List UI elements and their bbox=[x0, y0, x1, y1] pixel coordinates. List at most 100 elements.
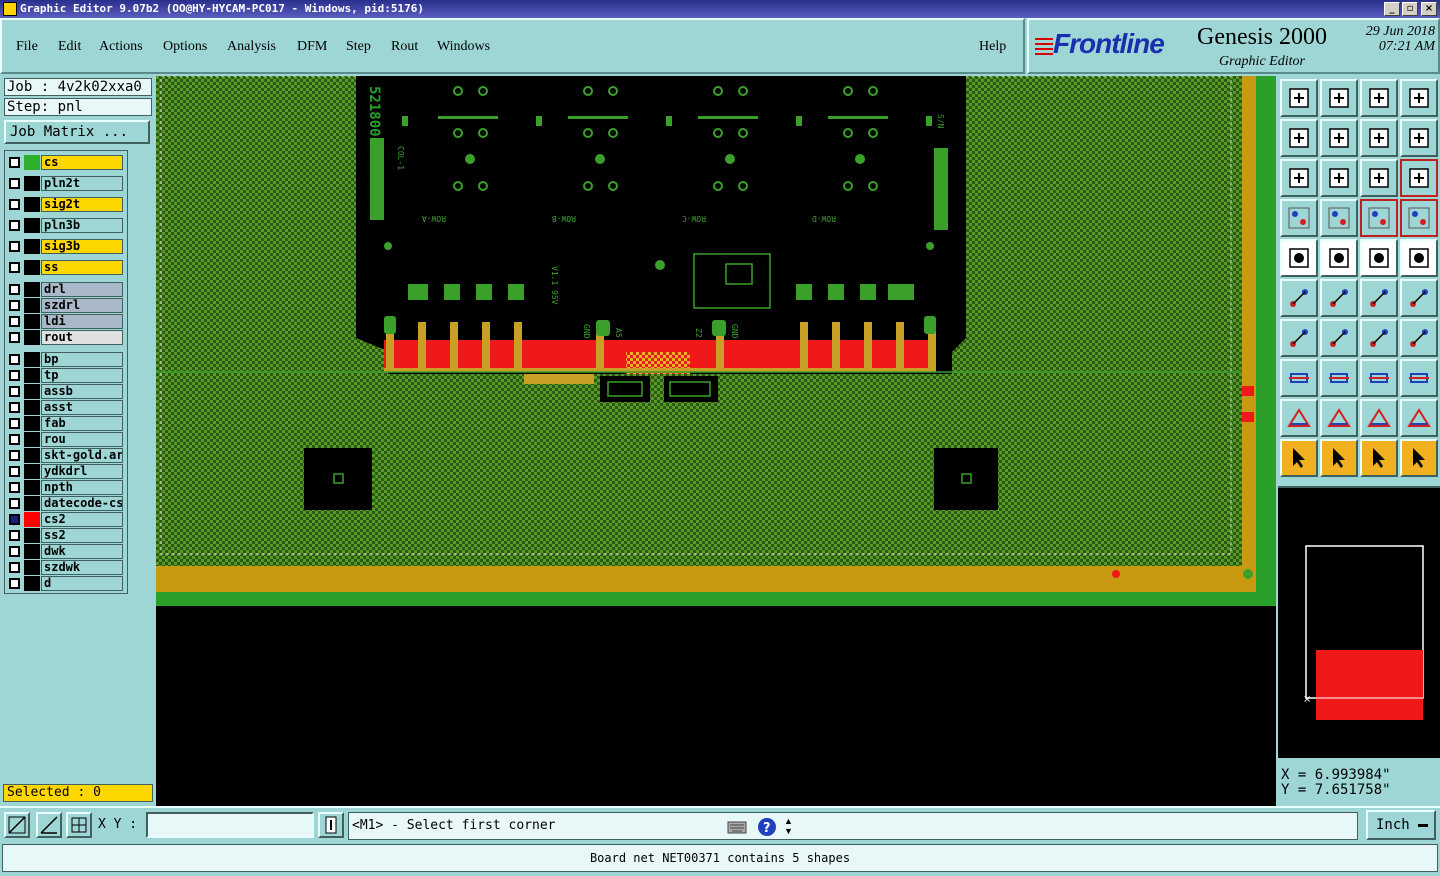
pan-right-button[interactable] bbox=[1320, 119, 1358, 157]
minimize-button[interactable]: _ bbox=[1384, 2, 1400, 16]
layer-row[interactable]: skt-gold.art bbox=[7, 448, 125, 463]
layer-color-swatch[interactable] bbox=[24, 384, 40, 399]
arrow-select2-button[interactable] bbox=[1320, 439, 1358, 477]
layer-color-swatch[interactable] bbox=[24, 448, 40, 463]
layer-color-swatch[interactable] bbox=[24, 432, 40, 447]
zoom-page-button[interactable] bbox=[1320, 79, 1358, 117]
minus-button[interactable] bbox=[1320, 359, 1358, 397]
layer-name[interactable]: drl bbox=[41, 282, 123, 297]
layer-color-swatch[interactable] bbox=[24, 352, 40, 367]
scale-1-2-button[interactable] bbox=[1360, 159, 1398, 197]
layer-name[interactable]: d bbox=[41, 576, 123, 591]
layer-visibility-checkbox[interactable] bbox=[9, 434, 20, 445]
menu-analysis[interactable]: Analysis bbox=[227, 39, 276, 55]
layer-visibility-checkbox[interactable] bbox=[9, 530, 20, 541]
layer-visibility-checkbox[interactable] bbox=[9, 316, 20, 327]
layer-row[interactable]: ydkdrl bbox=[7, 464, 125, 479]
cross-button[interactable] bbox=[1320, 279, 1358, 317]
xy-input[interactable] bbox=[146, 812, 314, 838]
layer-row[interactable]: tp bbox=[7, 368, 125, 383]
triangle3-button[interactable] bbox=[1360, 399, 1398, 437]
close-button[interactable]: × bbox=[1421, 2, 1437, 16]
layer-visibility-checkbox[interactable] bbox=[9, 402, 20, 413]
menu-step[interactable]: Step bbox=[346, 39, 371, 55]
layer-row[interactable]: ss bbox=[7, 260, 125, 275]
zoom-home-button[interactable] bbox=[1280, 79, 1318, 117]
layer-name[interactable]: cs2 bbox=[41, 512, 123, 527]
restore-button[interactable]: ▫ bbox=[1402, 2, 1418, 16]
layer-visibility-checkbox[interactable] bbox=[9, 300, 20, 311]
layer-visibility-checkbox[interactable] bbox=[9, 157, 20, 168]
layer-row[interactable]: szdwk bbox=[7, 560, 125, 575]
layer-row[interactable]: rou bbox=[7, 432, 125, 447]
menu-file[interactable]: File bbox=[16, 39, 38, 55]
pad-button[interactable] bbox=[1400, 239, 1438, 277]
layer-row[interactable]: szdrl bbox=[7, 298, 125, 313]
unit-selector[interactable]: Inch bbox=[1366, 810, 1436, 840]
layer-name[interactable]: ss2 bbox=[41, 528, 123, 543]
layer-row[interactable]: d bbox=[7, 576, 125, 591]
info-icon[interactable] bbox=[318, 812, 344, 838]
menu-dfm[interactable]: DFM bbox=[297, 39, 327, 55]
layer-color-swatch[interactable] bbox=[24, 314, 40, 329]
mirror-button[interactable] bbox=[1400, 319, 1438, 357]
zoom-fit-button[interactable] bbox=[1280, 159, 1318, 197]
grid-snap-icon[interactable] bbox=[66, 812, 92, 838]
keyboard-icon[interactable] bbox=[726, 816, 748, 838]
layer-name[interactable]: fab bbox=[41, 416, 123, 431]
layer-color-swatch[interactable] bbox=[24, 576, 40, 591]
layer-color-swatch[interactable] bbox=[24, 298, 40, 313]
point2-button[interactable] bbox=[1400, 279, 1438, 317]
layer-color-swatch[interactable] bbox=[24, 544, 40, 559]
layer-visibility-checkbox[interactable] bbox=[9, 562, 20, 573]
layer-row[interactable]: sig3b bbox=[7, 239, 125, 254]
layer-row[interactable]: rout bbox=[7, 330, 125, 345]
layer-visibility-checkbox[interactable] bbox=[9, 466, 20, 477]
pan-left-button[interactable] bbox=[1280, 119, 1318, 157]
layer-visibility-checkbox[interactable] bbox=[9, 370, 20, 381]
layer-name[interactable]: sig2t bbox=[41, 197, 123, 212]
layer-color-swatch[interactable] bbox=[24, 282, 40, 297]
layer-name[interactable]: pln3b bbox=[41, 218, 123, 233]
menu-rout[interactable]: Rout bbox=[391, 39, 418, 55]
layer-row[interactable]: asst bbox=[7, 400, 125, 415]
arrow-select3-button[interactable] bbox=[1360, 439, 1398, 477]
angle-button[interactable] bbox=[1280, 319, 1318, 357]
net-button[interactable] bbox=[1400, 199, 1438, 237]
layer-row[interactable]: fab bbox=[7, 416, 125, 431]
arrow-select-button[interactable] bbox=[1280, 439, 1318, 477]
measure-tool-icon[interactable] bbox=[36, 812, 62, 838]
layer-color-swatch[interactable] bbox=[24, 368, 40, 383]
layer-row[interactable]: sig2t bbox=[7, 197, 125, 212]
measure-button[interactable] bbox=[1280, 239, 1318, 277]
grid-button[interactable] bbox=[1320, 199, 1358, 237]
layer-row[interactable]: pln3b bbox=[7, 218, 125, 233]
layer-visibility-checkbox[interactable] bbox=[9, 332, 20, 343]
layer-name[interactable]: ldi bbox=[41, 314, 123, 329]
layer-visibility-checkbox[interactable] bbox=[9, 514, 20, 525]
layer-visibility-checkbox[interactable] bbox=[9, 220, 20, 231]
split-view-button[interactable] bbox=[1400, 79, 1438, 117]
home-button[interactable] bbox=[1360, 79, 1398, 117]
graphic-canvas[interactable]: 521800 COL-1 S/N ROW-A ROW-B ROW-C ROW-D… bbox=[156, 76, 1276, 806]
layer-name[interactable]: assb bbox=[41, 384, 123, 399]
layer-color-swatch[interactable] bbox=[24, 239, 40, 254]
layer-color-swatch[interactable] bbox=[24, 176, 40, 191]
layer-row[interactable]: assb bbox=[7, 384, 125, 399]
layer-name[interactable]: pln2t bbox=[41, 176, 123, 191]
help-button[interactable] bbox=[1400, 159, 1438, 197]
layer-name[interactable]: szdrl bbox=[41, 298, 123, 313]
draw-shape-button[interactable] bbox=[1320, 239, 1358, 277]
layer-name[interactable]: bp bbox=[41, 352, 123, 367]
menu-edit[interactable]: Edit bbox=[58, 39, 81, 55]
line-button[interactable] bbox=[1320, 319, 1358, 357]
triangle-button[interactable] bbox=[1280, 399, 1318, 437]
layer-name[interactable]: asst bbox=[41, 400, 123, 415]
ruler-button[interactable] bbox=[1360, 239, 1398, 277]
help-icon[interactable]: ? bbox=[756, 816, 778, 838]
undo-button[interactable] bbox=[1360, 119, 1398, 157]
layer-visibility-checkbox[interactable] bbox=[9, 498, 20, 509]
overview-map[interactable]: × bbox=[1278, 486, 1440, 758]
job-matrix-button[interactable]: Job Matrix ... bbox=[4, 120, 150, 144]
menu-actions[interactable]: Actions bbox=[99, 39, 143, 55]
